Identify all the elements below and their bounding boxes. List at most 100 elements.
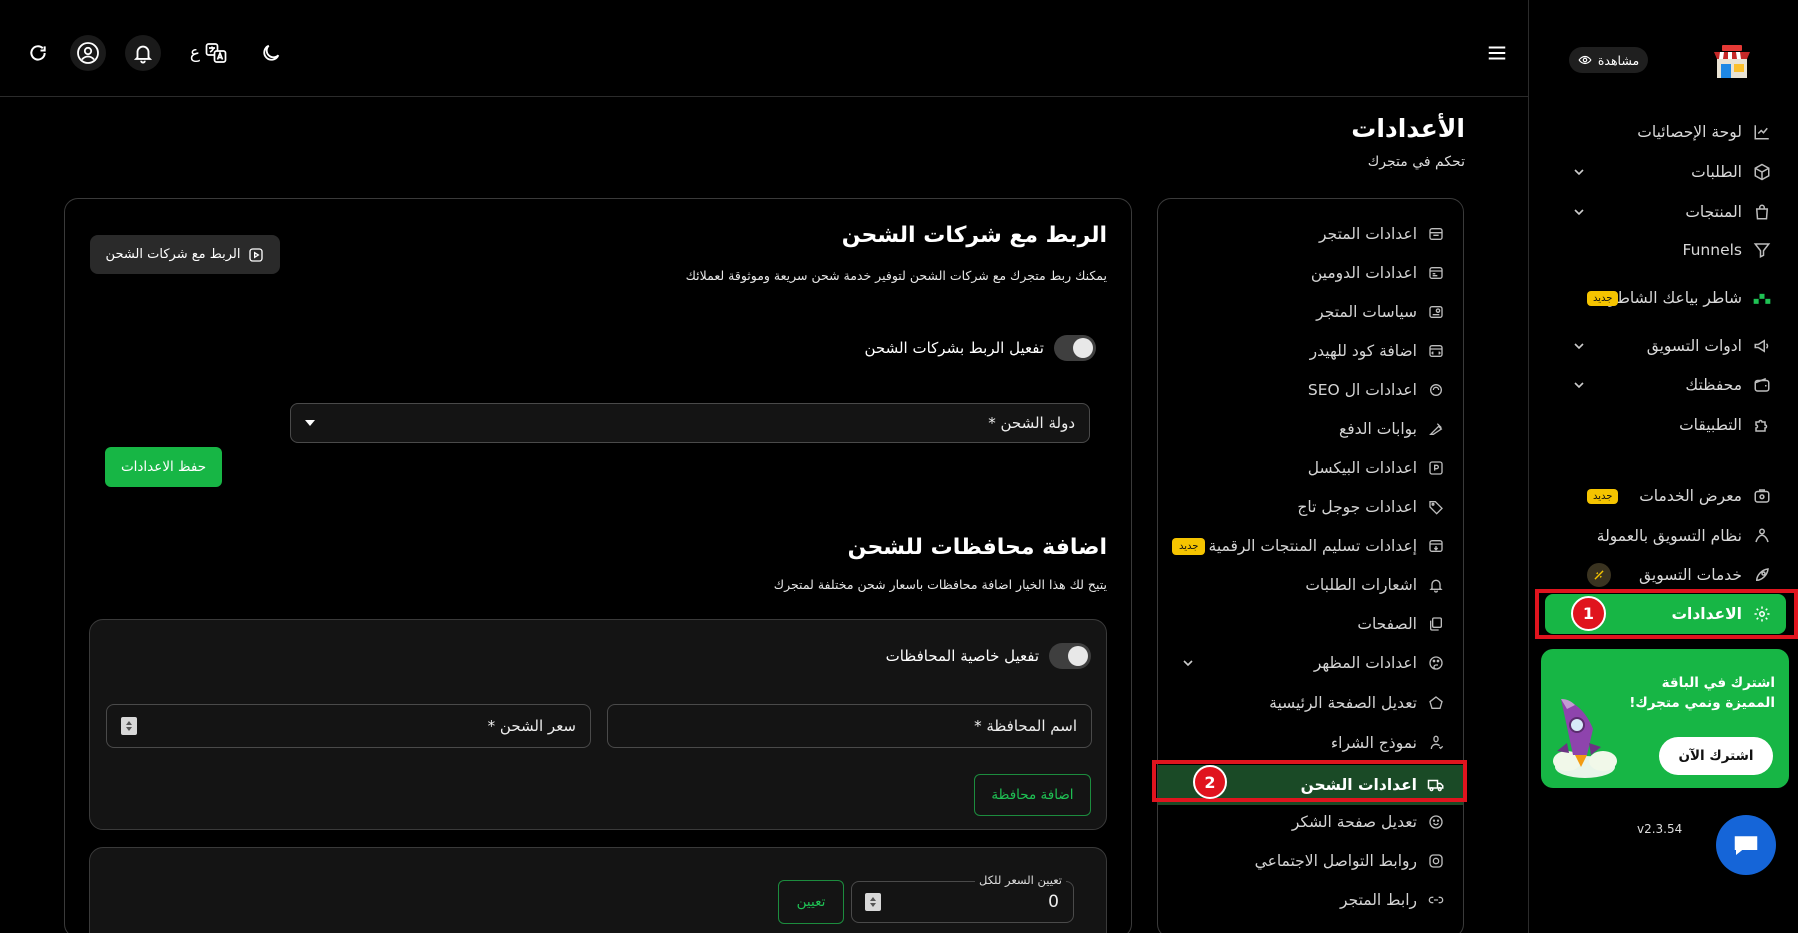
pixel-icon	[1427, 459, 1445, 477]
language-switch-button[interactable]: ع	[184, 36, 234, 70]
shipping-price-input[interactable]: سعر الشحن *	[106, 704, 591, 748]
bag-icon	[1752, 202, 1772, 222]
promo-title: اشترك في الباقة المميزة ونمي متجرك!	[1629, 675, 1775, 712]
language-label: ع	[189, 43, 201, 63]
settings-item-header-code[interactable]: اضافة كود للهيدر	[1170, 334, 1445, 368]
subscribe-button[interactable]: اشترك الآن	[1659, 737, 1773, 775]
number-stepper-icon[interactable]	[865, 893, 881, 911]
governorates-toggle-row[interactable]: تفعيل خاصية المحافظات	[886, 643, 1091, 669]
chevron-down-icon[interactable]	[1571, 377, 1587, 393]
governorates-toggle[interactable]	[1049, 643, 1091, 669]
apply-price-button[interactable]: تعيين	[778, 880, 844, 924]
chat-support-button[interactable]	[1716, 815, 1776, 875]
settings-item-pages[interactable]: الصفحات	[1170, 607, 1445, 641]
sidebar-item-marketing-tools[interactable]: ادوات التسويق	[1567, 329, 1772, 363]
settings-item-thank-you[interactable]: تعديل صفحة الشكر	[1170, 805, 1445, 839]
bulk-price-label: تعيين السعر للكل	[975, 873, 1066, 887]
megaphone-icon	[1752, 336, 1772, 356]
sidebar-item-products[interactable]: المنتجات	[1567, 195, 1772, 229]
chevron-down-icon[interactable]	[1180, 655, 1196, 671]
marketing-badge-icon	[1587, 563, 1611, 587]
top-bar: ع	[0, 0, 1528, 97]
wallet-icon	[1752, 375, 1772, 395]
palette-icon	[1427, 654, 1445, 672]
code-icon	[1427, 342, 1445, 360]
settings-item-digital-delivery[interactable]: إعدادات تسليم المنتجات الرقمية جديد	[1170, 529, 1445, 563]
governorates-title: اضافة محافظات للشحن	[847, 535, 1107, 560]
smile-icon	[1427, 813, 1445, 831]
page-title: الأعدادات	[1351, 114, 1465, 143]
add-governorate-button[interactable]: اضافة محافظة	[974, 774, 1091, 816]
digital-icon	[1427, 537, 1445, 555]
shipping-settings-panel: الربط مع شركات الشحن يمكنك ربط متجرك مع …	[64, 198, 1132, 933]
step-marker-2: 2	[1193, 765, 1227, 799]
shater-icon	[1752, 288, 1772, 308]
store-icon	[1427, 225, 1445, 243]
settings-item-payment[interactable]: بوابات الدفع	[1170, 412, 1445, 446]
sidebar: مشاهدة لوحة الإحصائيات الطلبات المنتجات …	[1528, 0, 1798, 933]
home-icon	[1427, 694, 1445, 712]
tag-icon	[1427, 498, 1445, 516]
settings-item-edit-home[interactable]: تعديل الصفحة الرئيسية	[1170, 686, 1445, 720]
premium-promo-card: اشترك في الباقة المميزة ونمي متجرك! اشتر…	[1541, 649, 1789, 788]
settings-item-appearance[interactable]: اعدادات المظهر	[1170, 646, 1445, 680]
sidebar-item-shater[interactable]: شاطر بياعك الشاطر جديد	[1567, 281, 1772, 315]
settings-item-policies[interactable]: سياسات المتجر	[1170, 295, 1445, 329]
gallery-icon	[1752, 486, 1772, 506]
seo-icon	[1427, 381, 1445, 399]
app-version: v2.3.54	[1637, 822, 1683, 836]
settings-item-google-tag[interactable]: اعدادات جوجل تاج	[1170, 490, 1445, 524]
sidebar-item-orders[interactable]: الطلبات	[1567, 155, 1772, 189]
refresh-icon[interactable]	[21, 36, 55, 70]
save-settings-button[interactable]: حفظ الاعدادات	[105, 447, 222, 487]
chevron-down-icon[interactable]	[1571, 164, 1587, 180]
number-stepper-icon[interactable]	[121, 717, 137, 735]
settings-item-checkout-form[interactable]: نموذج الشراء	[1170, 726, 1445, 760]
bulk-price-input[interactable]: 0	[851, 881, 1074, 923]
shipping-description: يمكنك ربط متجرك مع شركات الشحن لتوفير خد…	[685, 268, 1107, 283]
settings-item-store-link[interactable]: رابط المتجر	[1170, 883, 1445, 917]
sidebar-item-wallet[interactable]: محفظتك	[1567, 368, 1772, 402]
bulk-price-card: 0 تعيين السعر للكل تعيين	[89, 847, 1107, 933]
shipping-title: الربط مع شركات الشحن	[841, 223, 1107, 248]
chevron-down-icon[interactable]	[1571, 338, 1587, 354]
settings-item-social-links[interactable]: روابط التواصل الاجتماعي	[1170, 844, 1445, 878]
settings-item-store[interactable]: اعدادات المتجر	[1170, 217, 1445, 251]
store-logo[interactable]	[1711, 40, 1753, 82]
shipping-video-button[interactable]: الربط مع شركات الشحن	[90, 235, 280, 274]
translate-icon	[205, 43, 227, 63]
link-icon	[1427, 891, 1445, 909]
settings-item-domain[interactable]: اعدادات الدومين	[1170, 256, 1445, 290]
governorate-name-input[interactable]: اسم المحافظة *	[607, 704, 1092, 748]
shipping-integration-toggle[interactable]	[1054, 335, 1096, 361]
settings-item-pixel[interactable]: اعدادات البيكسل	[1170, 451, 1445, 485]
governorates-card: تفعيل خاصية المحافظات اسم المحافظة * سعر…	[89, 619, 1107, 830]
settings-item-order-notifications[interactable]: اشعارات الطلبات	[1170, 568, 1445, 602]
page-subtitle: تحكم في متجرك	[1367, 154, 1465, 170]
step-marker-1: 1	[1571, 596, 1606, 631]
sidebar-item-affiliate[interactable]: نظام التسويق بالعمولة	[1567, 519, 1772, 553]
eye-icon	[1578, 55, 1592, 65]
settings-item-seo[interactable]: اعدادات ال SEO	[1170, 373, 1445, 407]
sidebar-item-marketing-services[interactable]: خدمات التسويق	[1567, 558, 1772, 592]
dark-mode-icon[interactable]	[254, 36, 288, 70]
new-badge: جديد	[1587, 290, 1619, 306]
shipping-integration-toggle-row[interactable]: تفعيل الربط بشركات الشحن	[864, 335, 1096, 361]
preview-store-button[interactable]: مشاهدة	[1569, 47, 1648, 73]
chevron-down-icon[interactable]	[1571, 204, 1587, 220]
puzzle-icon	[1752, 415, 1772, 435]
pages-icon	[1427, 615, 1445, 633]
sidebar-item-funnels[interactable]: Funnels	[1567, 233, 1772, 267]
governorates-description: يتيح لك هذا الخيار اضافة محافظات باسعار …	[773, 577, 1107, 592]
menu-toggle-icon[interactable]	[1480, 36, 1514, 70]
notification-bell-icon[interactable]	[125, 35, 161, 71]
new-badge: جديد	[1172, 537, 1206, 555]
sidebar-item-services-gallery[interactable]: معرض الخدمات جديد	[1567, 479, 1772, 513]
box-icon	[1752, 162, 1772, 182]
shipping-country-select[interactable]: دولة الشحن *	[290, 403, 1090, 443]
payment-icon	[1427, 420, 1445, 438]
sidebar-item-apps[interactable]: التطبيقات	[1567, 408, 1772, 442]
sidebar-item-dashboard[interactable]: لوحة الإحصائيات	[1567, 115, 1772, 149]
chat-icon	[1734, 836, 1758, 855]
account-icon[interactable]	[70, 35, 106, 71]
